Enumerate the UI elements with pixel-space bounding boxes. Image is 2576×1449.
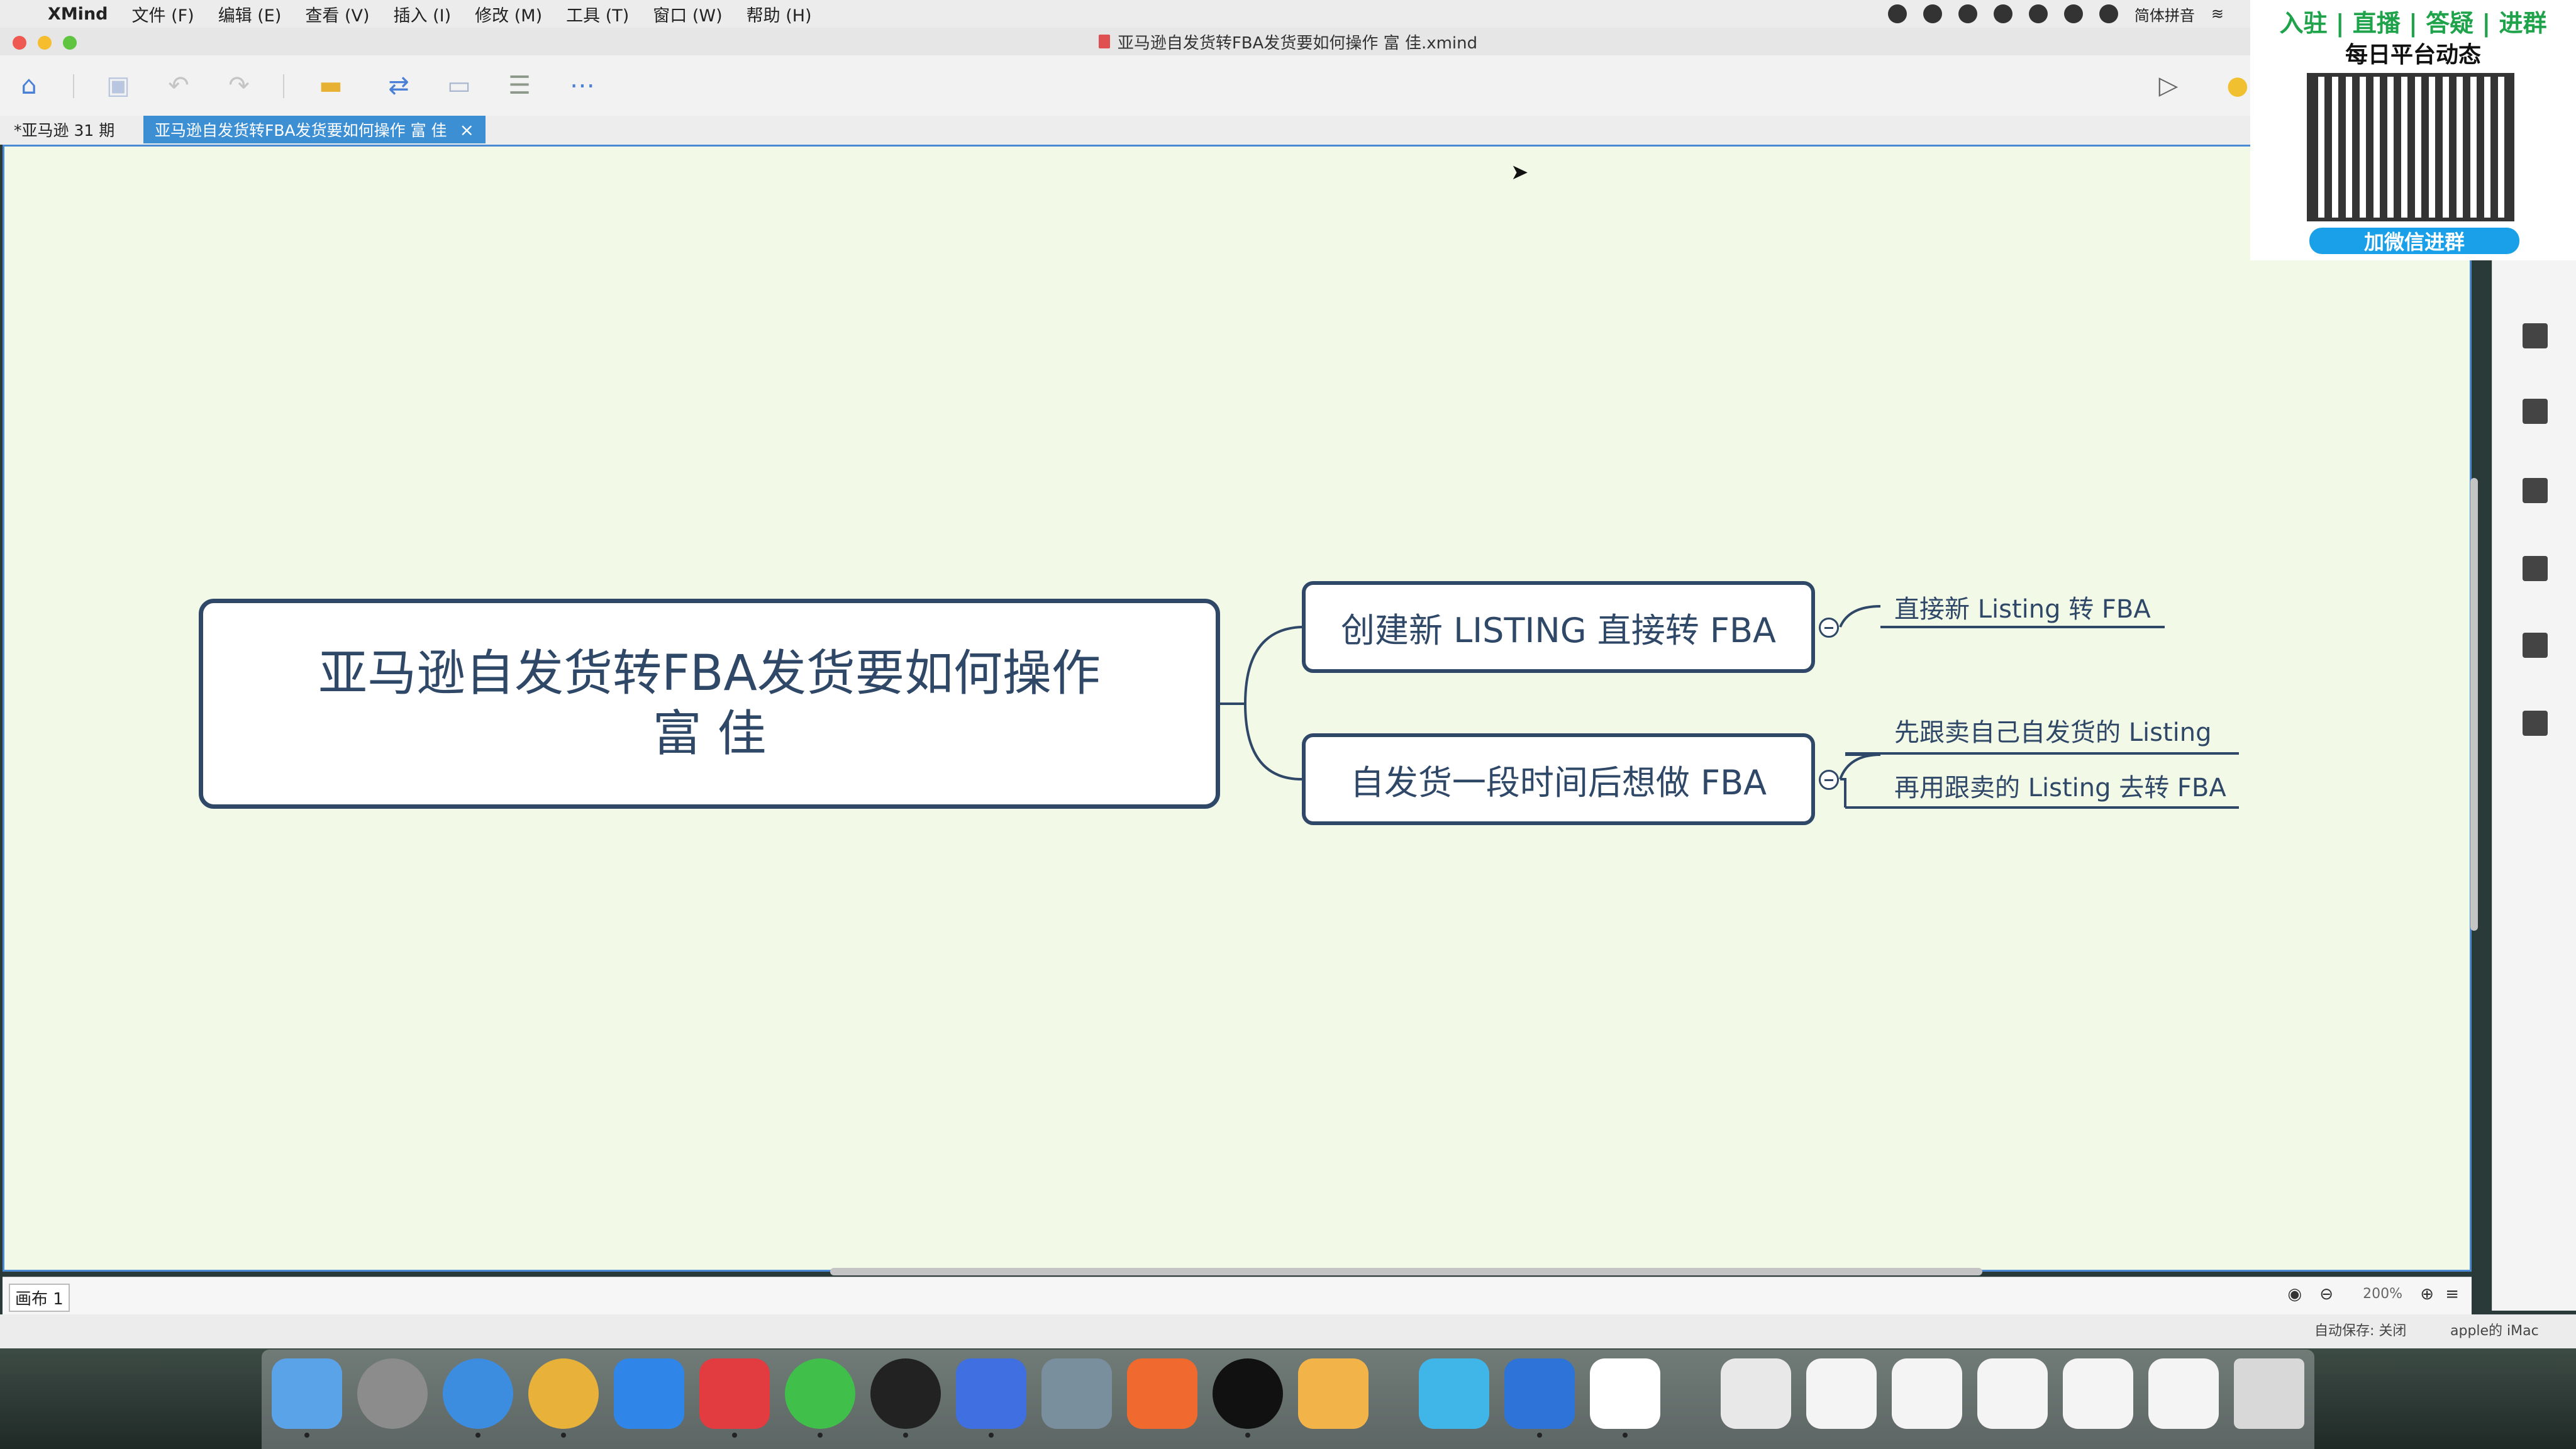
window-thumbnail[interactable] xyxy=(2148,1358,2219,1429)
notes-icon[interactable] xyxy=(2523,556,2548,581)
app-store-icon[interactable] xyxy=(614,1358,684,1429)
qq-icon[interactable] xyxy=(870,1358,941,1429)
window-thumbnail[interactable] xyxy=(2063,1358,2133,1429)
video-app-icon[interactable] xyxy=(1127,1358,1197,1429)
machine-name: apple的 iMac xyxy=(2450,1323,2539,1339)
dock xyxy=(262,1350,2314,1449)
subtopic-item[interactable]: 直接新 Listing 转 FBA xyxy=(1894,589,2151,625)
central-topic-line1: 亚马逊自发货转FBA发货要如何操作 xyxy=(318,645,1101,702)
central-topic-line2: 富 佳 xyxy=(652,706,767,762)
zoom-level[interactable]: 200% xyxy=(2363,1286,2402,1302)
promo-title: 入驻 | 直播 | 答疑 | 进群 xyxy=(2279,9,2547,37)
launchpad-icon[interactable] xyxy=(357,1358,428,1429)
collapse-toggle[interactable] xyxy=(1819,618,1839,638)
subtopic-item[interactable]: 再用跟卖的 Listing 去转 FBA xyxy=(1894,767,2226,804)
youku-icon[interactable] xyxy=(1590,1358,1660,1429)
running-indicator xyxy=(561,1433,566,1438)
zoom-out-icon[interactable]: ⊖ xyxy=(2319,1285,2333,1304)
promo-overlay: 入驻 | 直播 | 答疑 | 进群 每日平台动态 加微信进群 xyxy=(2250,0,2576,260)
vertical-scrollbar[interactable] xyxy=(2470,478,2478,931)
right-side-panel xyxy=(2492,116,2576,1311)
subtopic-item[interactable]: 先跟卖自己自发货的 Listing xyxy=(1894,712,2212,748)
qr-code-image xyxy=(2307,73,2514,221)
central-topic[interactable]: 亚马逊自发货转FBA发货要如何操作 富 佳 xyxy=(199,599,1220,809)
subtopic-underline xyxy=(1845,752,2239,755)
running-indicator xyxy=(732,1433,737,1438)
xlsx-file-icon[interactable] xyxy=(1721,1358,1791,1429)
safari-icon[interactable] xyxy=(443,1358,513,1429)
box-app-icon[interactable] xyxy=(1298,1358,1368,1429)
window-thumbnail[interactable] xyxy=(1977,1358,2048,1429)
sheet-tab[interactable]: 画布 1 xyxy=(9,1284,70,1312)
running-indicator xyxy=(1623,1433,1628,1438)
image-icon[interactable] xyxy=(2523,323,2548,348)
collapse-toggle[interactable] xyxy=(1819,770,1839,790)
zoom-in-icon[interactable]: ⊕ xyxy=(2420,1285,2434,1304)
window-thumbnail[interactable] xyxy=(1892,1358,1962,1429)
topic-label: 创建新 LISTING 直接转 FBA xyxy=(1341,610,1776,650)
format-icon[interactable] xyxy=(2523,478,2548,503)
autosave-status: 自动保存: 关闭 xyxy=(2314,1323,2407,1339)
trash-icon[interactable] xyxy=(2234,1358,2304,1429)
subtopic-underline xyxy=(1845,806,2239,809)
topic-create-new-listing[interactable]: 创建新 LISTING 直接转 FBA xyxy=(1302,581,1815,673)
window-thumbnail[interactable] xyxy=(1806,1358,1877,1429)
obs-icon[interactable] xyxy=(1213,1358,1283,1429)
preview-icon[interactable] xyxy=(1041,1358,1112,1429)
xmind-icon[interactable] xyxy=(699,1358,770,1429)
running-indicator xyxy=(989,1433,994,1438)
running-indicator xyxy=(1537,1433,1542,1438)
menu-icon[interactable]: ≡ xyxy=(2445,1285,2459,1304)
chrome-icon[interactable] xyxy=(528,1358,599,1429)
promo-subtitle: 每日平台动态 xyxy=(2345,42,2481,68)
bottom-info-bar xyxy=(0,1314,2576,1348)
topic-label: 自发货一段时间后想做 FBA xyxy=(1350,762,1767,802)
status-bar: 画布 1 ◉ ⊖ 200% ⊕ ≡ xyxy=(3,1277,2472,1315)
subtopic-underline xyxy=(1880,626,2165,628)
promo-join-button[interactable]: 加微信进群 xyxy=(2309,228,2519,254)
running-indicator xyxy=(903,1433,908,1438)
wps-icon[interactable] xyxy=(956,1358,1026,1429)
running-indicator xyxy=(475,1433,480,1438)
tencent-video-icon[interactable] xyxy=(1419,1358,1489,1429)
mouse-cursor: ➤ xyxy=(1511,160,1529,185)
topic-self-fulfill-to-fba[interactable]: 自发货一段时间后想做 FBA xyxy=(1302,733,1815,825)
wechat-icon[interactable] xyxy=(785,1358,855,1429)
flag-icon[interactable] xyxy=(2523,399,2548,424)
running-indicator xyxy=(818,1433,823,1438)
horizontal-scrollbar[interactable] xyxy=(830,1268,1982,1275)
browser-app-icon[interactable] xyxy=(1504,1358,1575,1429)
task-icon[interactable] xyxy=(2523,711,2548,736)
eye-icon[interactable]: ◉ xyxy=(2287,1285,2302,1304)
comment-icon[interactable] xyxy=(2523,633,2548,658)
running-indicator xyxy=(304,1433,309,1438)
running-indicator xyxy=(1245,1433,1250,1438)
finder-icon[interactable] xyxy=(272,1358,342,1429)
